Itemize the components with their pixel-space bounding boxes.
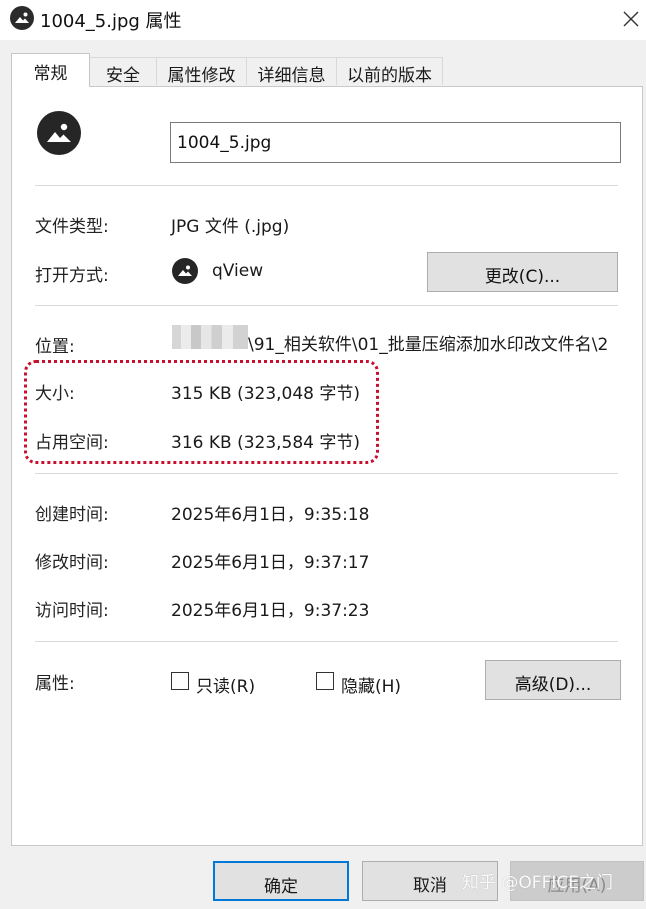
accessed-value: 2025年6月1日，9:37:23 [171, 601, 370, 621]
qview-app-icon [172, 258, 198, 284]
tab-label: 常规 [33, 64, 68, 84]
created-value: 2025年6月1日，9:35:18 [171, 505, 370, 525]
tab-label: 以前的版本 [347, 66, 432, 86]
readonly-checkbox[interactable] [171, 672, 189, 690]
location-value: \91_相关软件\01_批量压缩添加水印改文件名\2 [248, 335, 609, 355]
tab-general[interactable]: 常规 [11, 53, 90, 87]
filename-field[interactable] [170, 122, 621, 163]
ok-button-label: 确定 [264, 877, 298, 897]
location-label: 位置: [35, 337, 75, 357]
accessed-label: 访问时间: [35, 601, 109, 621]
divider [35, 473, 618, 474]
tab-previous-versions[interactable]: 以前的版本 [336, 57, 443, 86]
location-path-container[interactable]: \91_相关软件\01_批量压缩添加水印改文件名\2 [248, 330, 620, 355]
tab-label: 详细信息 [257, 66, 326, 86]
hidden-checkbox[interactable] [316, 672, 334, 690]
general-panel [11, 86, 643, 846]
modified-value: 2025年6月1日，9:37:17 [171, 553, 370, 573]
tab-label: 安全 [106, 66, 140, 86]
tab-attribute-modify[interactable]: 属性修改 [156, 57, 247, 86]
ok-button[interactable]: 确定 [213, 861, 349, 901]
tab-security[interactable]: 安全 [89, 57, 157, 86]
change-button[interactable]: 更改(C)... [427, 252, 618, 292]
window-title: 1004_5.jpg 属性 [40, 11, 182, 32]
file-type-label: 文件类型: [35, 217, 109, 237]
change-button-label: 更改(C)... [484, 267, 561, 287]
cancel-button-label: 取消 [413, 876, 447, 896]
redacted-path-segment [172, 325, 248, 349]
tab-label: 属性修改 [167, 66, 236, 86]
image-file-icon [10, 6, 34, 30]
opens-with-label: 打开方式: [35, 266, 109, 286]
image-file-icon [37, 111, 81, 155]
hidden-label[interactable]: 隐藏(H) [341, 672, 401, 697]
opens-with-value: qView [212, 261, 264, 281]
file-type-value: JPG 文件 (.jpg) [171, 217, 290, 237]
attributes-label: 属性: [35, 674, 75, 694]
filename-input[interactable] [171, 123, 620, 162]
close-button[interactable] [618, 6, 644, 32]
readonly-label[interactable]: 只读(R) [196, 672, 255, 697]
divider [35, 305, 618, 306]
advanced-button[interactable]: 高级(D)... [485, 660, 621, 700]
highlight-annotation [24, 360, 379, 464]
created-label: 创建时间: [35, 505, 109, 525]
close-icon [623, 11, 639, 27]
tab-details[interactable]: 详细信息 [246, 57, 337, 86]
watermark: 知乎 @OFFICE之门 [462, 873, 613, 893]
divider [35, 185, 618, 186]
modified-label: 修改时间: [35, 553, 109, 573]
advanced-button-label: 高级(D)... [514, 675, 592, 695]
divider [35, 641, 618, 642]
